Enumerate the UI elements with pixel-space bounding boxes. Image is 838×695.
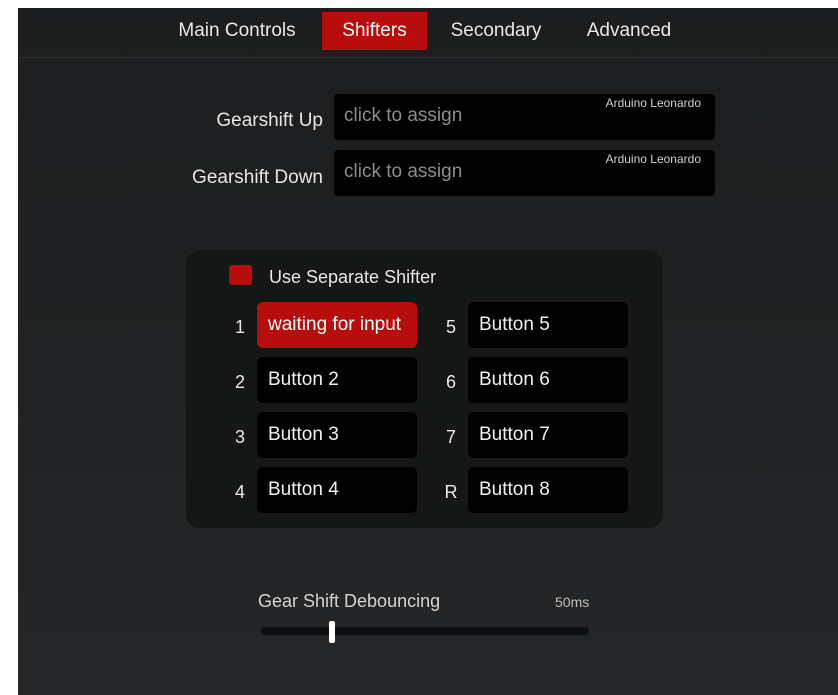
gear-label-7: 7 bbox=[445, 427, 456, 447]
tab-main-controls[interactable]: Main Controls bbox=[168, 12, 306, 50]
gear-3-assign-button[interactable]: Button 3 bbox=[257, 412, 417, 458]
gear-4-assign-button[interactable]: Button 4 bbox=[257, 467, 417, 513]
debounce-slider-thumb[interactable] bbox=[329, 621, 335, 643]
use-separate-shifter-label: Use Separate Shifter bbox=[269, 267, 437, 287]
gear-5-assign-button[interactable]: Button 5 bbox=[468, 302, 628, 348]
gearshift-up-device: Arduino Leonardo bbox=[605, 96, 701, 110]
gear-label-2: 2 bbox=[234, 372, 245, 392]
gear-1-assign-button[interactable]: waiting for input bbox=[257, 302, 417, 348]
gear-reverse-assign-button[interactable]: Button 8 bbox=[468, 467, 628, 513]
tab-shifters[interactable]: Shifters bbox=[322, 12, 427, 50]
gearshift-up-label: Gearshift Up bbox=[216, 110, 323, 131]
tab-bar: Main Controls Shifters Secondary Advance… bbox=[18, 8, 838, 58]
gear-label-4: 4 bbox=[234, 482, 245, 502]
debounce-slider[interactable] bbox=[261, 621, 589, 643]
gearshift-up-value: click to assign bbox=[344, 105, 463, 126]
gearshift-up-assign-field[interactable]: click to assign Arduino Leonardo bbox=[334, 94, 715, 140]
gear-2-assign-button[interactable]: Button 2 bbox=[257, 357, 417, 403]
separate-shifter-panel: Use Separate Shifter 1 waiting for input… bbox=[186, 250, 663, 528]
gear-label-reverse: R bbox=[444, 482, 458, 502]
app-window: Main Controls Shifters Secondary Advance… bbox=[18, 8, 838, 695]
use-separate-shifter-checkbox[interactable] bbox=[229, 265, 252, 285]
tab-secondary[interactable]: Secondary bbox=[443, 12, 549, 50]
debounce-label: Gear Shift Debouncing bbox=[258, 591, 441, 611]
gearshift-down-device: Arduino Leonardo bbox=[605, 152, 701, 166]
gear-6-assign-button[interactable]: Button 6 bbox=[468, 357, 628, 403]
gearshift-down-assign-field[interactable]: click to assign Arduino Leonardo bbox=[334, 150, 715, 196]
gearshift-down-label: Gearshift Down bbox=[192, 167, 323, 188]
tab-advanced[interactable]: Advanced bbox=[578, 12, 680, 50]
gear-label-3: 3 bbox=[234, 427, 245, 447]
gearshift-down-value: click to assign bbox=[344, 161, 463, 182]
debounce-value: 50ms bbox=[555, 594, 590, 610]
gear-label-5: 5 bbox=[445, 317, 456, 337]
gear-label-6: 6 bbox=[445, 372, 456, 392]
gear-label-1: 1 bbox=[234, 317, 245, 337]
gear-7-assign-button[interactable]: Button 7 bbox=[468, 412, 628, 458]
